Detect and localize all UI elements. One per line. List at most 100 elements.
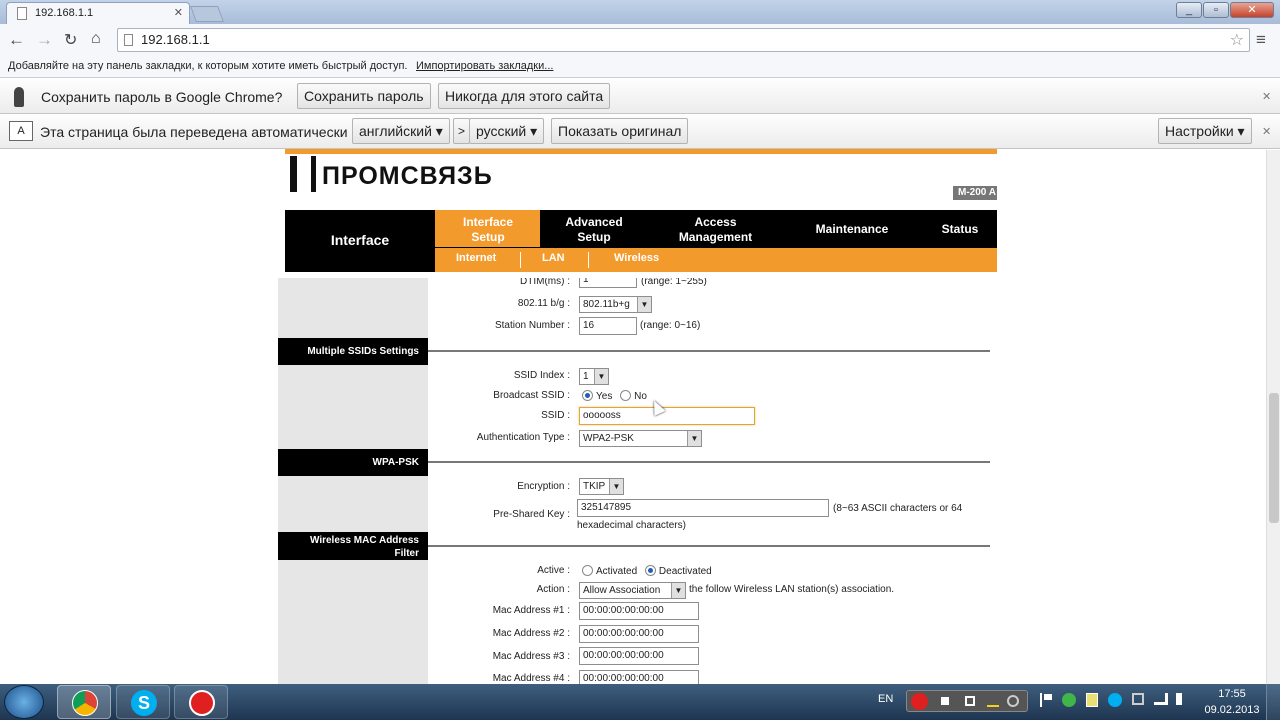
- ssid-index-select[interactable]: 1 ▼: [579, 368, 609, 385]
- new-tab-button[interactable]: [190, 6, 224, 22]
- mac-address-label: Mac Address #3 :: [492, 651, 570, 662]
- close-infobar-icon[interactable]: ✕: [1262, 90, 1271, 103]
- action-center-flag-icon[interactable]: [1040, 693, 1052, 707]
- start-button[interactable]: [4, 685, 44, 719]
- page-icon: [124, 34, 133, 46]
- antivirus-icon[interactable]: [1062, 693, 1076, 707]
- pre-shared-key-input[interactable]: 325147895: [577, 499, 829, 517]
- mac-address-input[interactable]: 00:00:00:00:00:00: [579, 670, 699, 684]
- section-wpa-psk: WPA-PSK: [278, 449, 428, 476]
- dropdown-arrow-icon: ▼: [609, 479, 623, 494]
- draw-icon[interactable]: [987, 695, 999, 707]
- deactivated-radio[interactable]: [644, 565, 656, 576]
- translate-settings-button[interactable]: Настройки ▾: [1158, 118, 1252, 144]
- section-mac-filter: Wireless MAC Address Filter: [278, 532, 428, 560]
- mac-row-4-clip: Mac Address #4 : 00:00:00:00:00:00: [420, 668, 710, 684]
- tab-interface-setup[interactable]: Interface Setup: [445, 215, 531, 245]
- key-icon: [14, 87, 24, 107]
- mac-address-input[interactable]: 00:00:00:00:00:00: [579, 647, 699, 665]
- tab-title: 192.168.1.1: [35, 7, 94, 19]
- save-password-button[interactable]: Сохранить пароль: [297, 83, 431, 109]
- back-arrow-icon[interactable]: ←: [8, 30, 25, 50]
- encryption-label: Encryption :: [517, 481, 570, 492]
- skype-icon: S: [131, 690, 157, 716]
- subtab-internet[interactable]: Internet: [456, 252, 496, 264]
- screenshot-icon[interactable]: [965, 696, 975, 706]
- language-indicator[interactable]: EN: [878, 693, 893, 705]
- home-icon[interactable]: ⌂: [91, 30, 101, 48]
- subtab-lan[interactable]: LAN: [542, 252, 565, 264]
- maximize-button[interactable]: ▫: [1203, 2, 1229, 18]
- active-label: Active :: [537, 565, 570, 576]
- forward-arrow-icon[interactable]: →: [36, 30, 53, 50]
- ssid-input[interactable]: oooooss: [579, 407, 755, 425]
- section-multiple-ssids: Multiple SSIDs Settings: [278, 338, 428, 365]
- skype-taskbar-button[interactable]: S: [116, 685, 170, 719]
- mac-address-input[interactable]: 00:00:00:00:00:00: [579, 625, 699, 643]
- address-bar[interactable]: 192.168.1.1 ☆: [117, 28, 1250, 52]
- mac-address-input[interactable]: 00:00:00:00:00:00: [579, 602, 699, 620]
- volume-icon[interactable]: [1176, 693, 1188, 705]
- clock-time[interactable]: 17:55: [1207, 688, 1257, 700]
- battery-icon[interactable]: [1086, 693, 1098, 707]
- pause-icon[interactable]: [941, 697, 949, 705]
- show-original-button[interactable]: Показать оригинал: [551, 118, 689, 144]
- station-number-input[interactable]: 16: [579, 317, 637, 335]
- action-note: the follow Wireless LAN station(s) assoc…: [689, 584, 895, 595]
- psk-label: Pre-Shared Key :: [493, 509, 570, 520]
- station-number-label: Station Number :: [494, 320, 570, 331]
- mac-address-label: Mac Address #4 :: [492, 673, 570, 684]
- model-badge: M-200 A: [953, 186, 997, 200]
- broadcast-no-label: No: [634, 391, 647, 402]
- broadcast-no-radio[interactable]: [620, 390, 632, 401]
- stop-recording-icon[interactable]: [911, 693, 928, 710]
- broadcast-yes-label: Yes: [596, 391, 613, 402]
- page-scrollbar[interactable]: [1266, 150, 1280, 684]
- minimize-button[interactable]: _: [1176, 2, 1202, 18]
- dropdown-arrow-icon: ▼: [687, 431, 701, 446]
- device-icon[interactable]: [1132, 693, 1144, 705]
- bookmark-star-icon[interactable]: ☆: [1230, 30, 1244, 50]
- password-prompt: Сохранить пароль в Google Chrome?: [41, 89, 283, 105]
- deactivated-label: Deactivated: [658, 566, 712, 577]
- tab-advanced-setup[interactable]: Advanced Setup: [553, 215, 635, 245]
- reload-icon[interactable]: ↻: [64, 30, 77, 50]
- encryption-select[interactable]: TKIP ▼: [579, 478, 624, 495]
- import-bookmarks-link[interactable]: Импортировать закладки...: [416, 60, 553, 72]
- close-infobar-icon[interactable]: ✕: [1262, 125, 1271, 138]
- tab-active[interactable]: 192.168.1.1 ✕: [6, 2, 190, 24]
- scroll-thumb[interactable]: [1269, 393, 1279, 523]
- network-icon[interactable]: [1154, 693, 1168, 705]
- close-window-button[interactable]: ✕: [1230, 2, 1274, 18]
- source-language-select[interactable]: английский ▾: [352, 118, 450, 144]
- show-desktop-button[interactable]: [1266, 684, 1280, 720]
- subtab-divider: [588, 252, 589, 268]
- brand-logo: ПРОМСВЯЗЬ: [322, 162, 493, 190]
- logo-icon: [290, 156, 316, 192]
- target-language-select[interactable]: русский ▾: [469, 118, 545, 144]
- tab-close-icon[interactable]: ✕: [174, 6, 183, 19]
- tab-maintenance[interactable]: Maintenance: [800, 222, 904, 237]
- action-select[interactable]: Allow Association ▼: [579, 582, 686, 599]
- broadcast-yes-radio[interactable]: [582, 390, 593, 401]
- broadcast-radio-group: Yes No: [582, 390, 647, 402]
- never-for-site-button[interactable]: Никогда для этого сайта: [438, 83, 611, 109]
- active-radio-group: Activated Deactivated: [582, 565, 712, 577]
- auth-type-label: Authentication Type :: [476, 432, 570, 443]
- auth-type-select[interactable]: WPA2-PSK ▼: [579, 430, 702, 447]
- subtab-wireless[interactable]: Wireless: [614, 252, 659, 264]
- clock-date[interactable]: 09.02.2013: [1201, 704, 1263, 716]
- recorder-taskbar-button[interactable]: [174, 685, 228, 719]
- wrench-menu-icon[interactable]: ≡: [1256, 30, 1266, 50]
- activated-radio[interactable]: [582, 565, 593, 576]
- settings-icon[interactable]: [1007, 695, 1019, 707]
- chrome-taskbar-button[interactable]: [57, 685, 111, 719]
- sub-nav-bar: Internet LAN Wireless: [435, 248, 997, 272]
- tab-status[interactable]: Status: [930, 222, 990, 237]
- tab-access-management[interactable]: Access Management: [668, 215, 763, 245]
- chrome-icon: [72, 690, 98, 716]
- section-divider: [428, 545, 990, 547]
- wireless-mode-select[interactable]: 802.11b+g ▼: [579, 296, 652, 313]
- skype-tray-icon[interactable]: [1108, 693, 1122, 707]
- recorder-controls[interactable]: [906, 690, 1028, 712]
